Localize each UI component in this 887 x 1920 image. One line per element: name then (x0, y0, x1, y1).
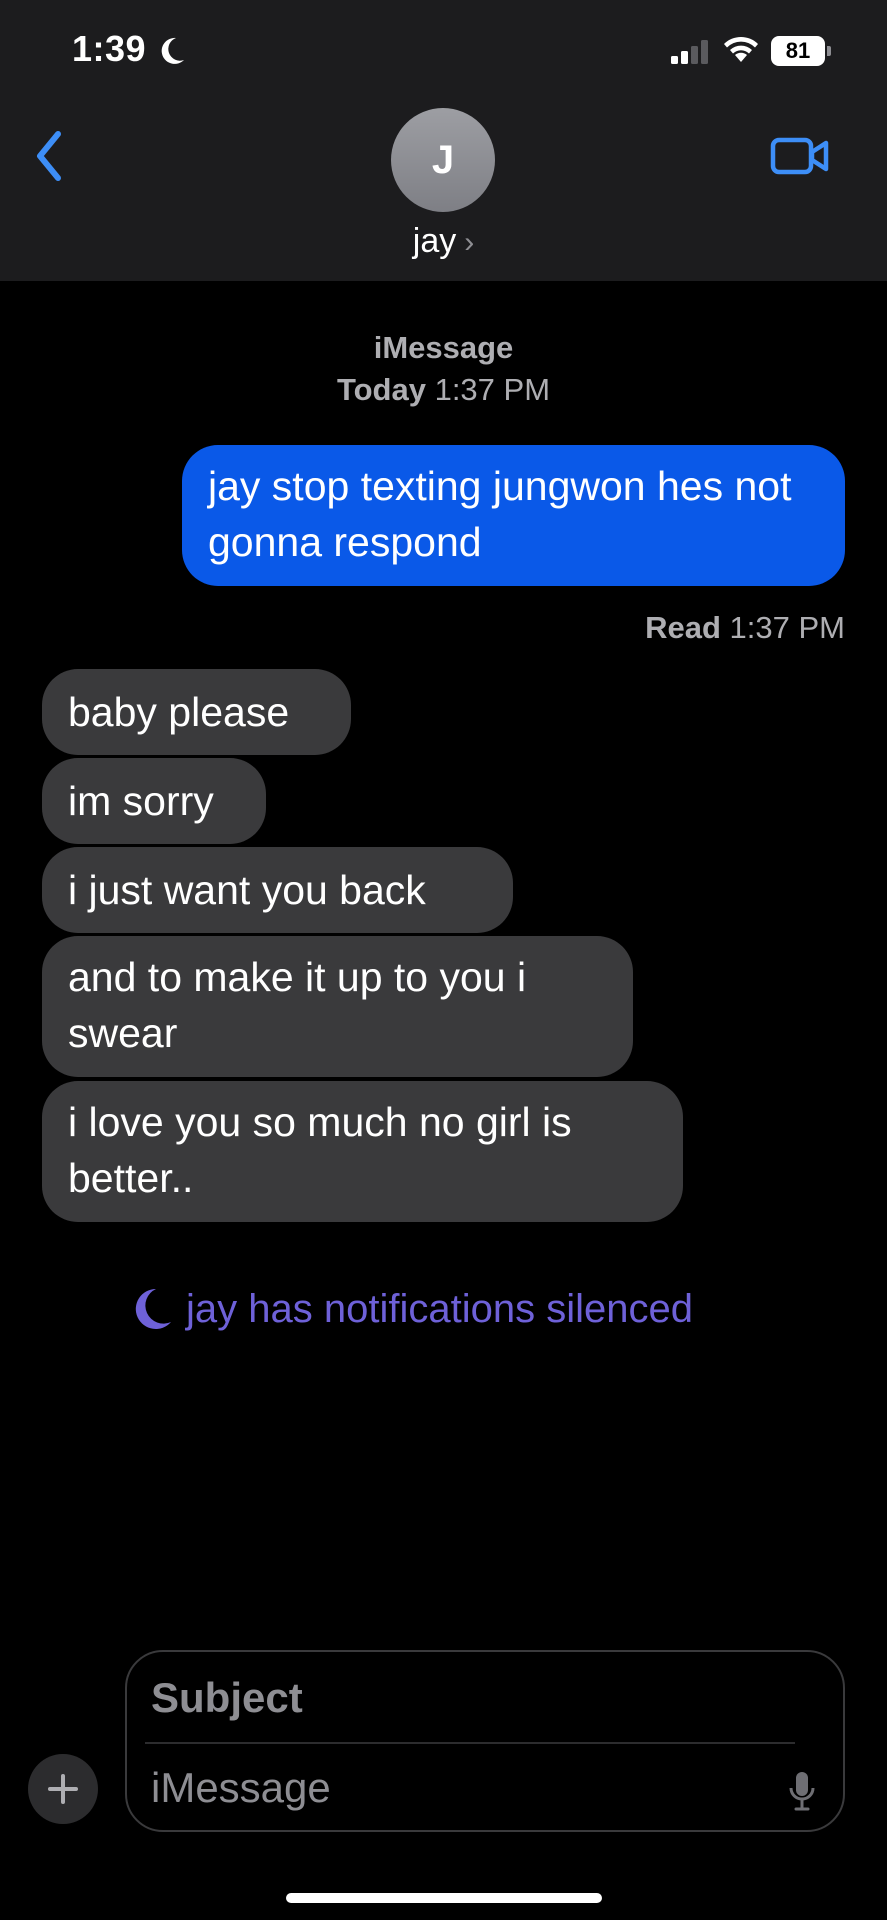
composer-divider (145, 1742, 795, 1744)
signal-icon (671, 40, 708, 64)
message-composer: Subject iMessage (125, 1650, 845, 1832)
contact-avatar[interactable]: J (391, 108, 495, 212)
contact-name: jay (412, 222, 457, 260)
back-chevron-icon[interactable] (28, 126, 78, 186)
timestamp-time: 1:37 PM (434, 372, 551, 407)
read-time: 1:37 PM (729, 610, 845, 645)
apps-plus-button[interactable] (28, 1754, 98, 1824)
read-label: Read (645, 610, 721, 645)
timestamp-date: Today (336, 372, 426, 407)
messages-app: 1:39 81 J jay › iMessage Today 1:37 PM j… (0, 0, 887, 1920)
status-time: 1:39 (72, 28, 147, 69)
thread-timestamp: Today 1:37 PM (0, 372, 887, 408)
contact-name-button[interactable]: jay › (0, 222, 887, 261)
wifi-icon (724, 36, 758, 62)
home-indicator[interactable] (286, 1893, 602, 1903)
video-camera-icon[interactable] (770, 134, 830, 178)
sent-message-bubble[interactable]: jay stop texting jungwon hes not gonna r… (182, 445, 845, 586)
read-receipt: Read 1:37 PM (645, 610, 845, 646)
battery-level: 81 (785, 38, 811, 63)
service-label: iMessage (373, 330, 514, 365)
subject-field[interactable]: Subject (151, 1674, 303, 1722)
conversation-header: 1:39 81 J jay › (0, 0, 887, 281)
received-message-bubble[interactable]: baby please (42, 669, 351, 755)
silenced-text: jay has notifications silenced (186, 1286, 693, 1331)
moon-icon (161, 37, 184, 64)
plus-icon (48, 1774, 78, 1804)
notifications-silenced-notice: jay has notifications silenced (130, 1286, 693, 1332)
moon-icon (135, 1288, 171, 1329)
received-message-bubble[interactable]: and to make it up to you i swear (42, 936, 633, 1077)
battery-icon: 81 (771, 36, 831, 66)
received-message-bubble[interactable]: i just want you back (42, 847, 513, 933)
microphone-icon[interactable] (787, 1770, 817, 1812)
chevron-right-icon: › (464, 226, 475, 259)
received-message-bubble[interactable]: i love you so much no girl is better.. (42, 1081, 683, 1222)
received-message-bubble[interactable]: im sorry (42, 758, 266, 844)
message-input[interactable]: iMessage (151, 1764, 331, 1812)
